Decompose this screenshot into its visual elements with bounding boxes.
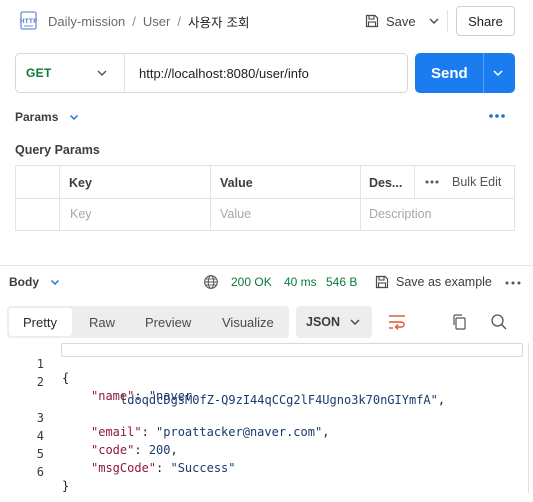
line-number: 3 — [36, 411, 44, 425]
code-line: 3 "email": "proattacker@naver.com", — [0, 397, 330, 439]
code-text: "msgCode": "Success" — [91, 461, 236, 475]
line-number: 4 — [36, 429, 44, 443]
code-text: { — [62, 371, 70, 385]
save-icon — [365, 14, 379, 28]
line-number: 1 — [36, 357, 44, 371]
key-input[interactable]: Key — [70, 207, 92, 221]
code-text: } — [62, 479, 70, 493]
breadcrumb-folder[interactable]: User — [143, 14, 170, 29]
chevron-down-icon[interactable] — [426, 13, 442, 29]
code-line: 5 "msgCode": "Success" — [0, 433, 236, 475]
code-line: 2 "name": "naver — [0, 361, 192, 403]
send-divider — [483, 53, 484, 93]
tab-preview[interactable]: Preview — [145, 315, 191, 330]
chevron-down-icon[interactable] — [348, 315, 362, 329]
save-button[interactable]: Save — [364, 9, 416, 33]
code-line: ldoqdcDgsM0fZ-Q9zI44qCCg2lF4Ugno3k70nGIY… — [0, 379, 445, 407]
breadcrumb-separator: / — [177, 13, 181, 29]
request-name[interactable]: 사용자 조회 — [188, 12, 249, 31]
chevron-down-icon[interactable] — [491, 66, 505, 80]
response-size[interactable]: 546 B — [326, 275, 357, 289]
url-input[interactable]: http://localhost:8080/user/info — [139, 66, 309, 81]
more-options-icon[interactable] — [425, 178, 439, 186]
tab-params[interactable]: Params — [15, 110, 80, 124]
line-number: 5 — [36, 447, 44, 461]
tab-raw[interactable]: Raw — [89, 315, 115, 330]
response-time[interactable]: 40 ms — [284, 275, 317, 289]
copy-icon[interactable] — [451, 313, 467, 331]
code-text: "email": "proattacker@naver.com", — [91, 425, 330, 439]
save-icon[interactable] — [374, 274, 390, 290]
chevron-down-icon[interactable] — [95, 66, 109, 80]
wrap-lines-icon[interactable] — [387, 313, 407, 331]
table-divider — [360, 165, 361, 231]
scrollbar-track[interactable] — [528, 343, 529, 493]
table-divider — [414, 165, 415, 198]
more-options-icon[interactable] — [488, 110, 506, 122]
save-as-example-button[interactable]: Save as example — [396, 275, 492, 289]
globe-icon[interactable] — [203, 274, 219, 290]
share-button[interactable]: Share — [456, 6, 515, 36]
breadcrumb-separator: / — [132, 13, 136, 29]
table-divider — [15, 198, 515, 199]
table-divider — [59, 165, 60, 231]
code-line: 6 } — [0, 451, 69, 493]
panel-divider[interactable] — [0, 265, 533, 266]
code-line: 1 { — [0, 343, 69, 385]
query-params-title: Query Params — [15, 143, 100, 157]
column-header-key: Key — [69, 176, 92, 190]
status-code[interactable]: 200 OK — [231, 275, 272, 289]
breadcrumb-collection[interactable]: Daily-mission — [48, 14, 125, 29]
line-number: 2 — [36, 375, 44, 389]
tab-pretty-label[interactable]: Pretty — [23, 315, 57, 330]
body-label: Body — [9, 275, 39, 289]
table-divider — [210, 165, 211, 231]
value-input[interactable]: Value — [220, 207, 251, 221]
bulk-edit-link[interactable]: Bulk Edit — [452, 175, 501, 189]
tab-visualize[interactable]: Visualize — [222, 315, 274, 330]
column-header-value: Value — [220, 176, 253, 190]
chevron-down-icon — [70, 115, 79, 120]
chevron-down-icon — [51, 280, 59, 285]
column-header-description: Des... — [369, 176, 403, 190]
format-label[interactable]: JSON — [306, 315, 340, 329]
send-label[interactable]: Send — [431, 65, 468, 82]
method-select[interactable]: GET — [26, 66, 52, 80]
save-label: Save — [386, 13, 416, 29]
search-icon[interactable] — [490, 313, 508, 331]
more-options-icon[interactable] — [505, 279, 521, 287]
tab-body[interactable]: Body — [9, 275, 61, 289]
line-number: 6 — [36, 465, 44, 479]
breadcrumb: Daily-mission / User / 사용자 조회 — [48, 12, 249, 30]
code-line: 4 "code": 200, — [0, 415, 178, 457]
svg-text:HTTP: HTTP — [20, 18, 38, 25]
description-input[interactable]: Description — [369, 207, 432, 221]
header-divider — [447, 10, 448, 32]
current-line-highlight — [61, 343, 523, 357]
code-text: "code": 200, — [91, 443, 178, 457]
http-file-icon: HTTP — [20, 11, 38, 30]
params-label: Params — [15, 110, 59, 124]
code-text: ldoqdcDgsM0fZ-Q9zI44qCCg2lF4Ugno3k70nGIY… — [120, 393, 446, 407]
method-divider — [124, 54, 125, 92]
